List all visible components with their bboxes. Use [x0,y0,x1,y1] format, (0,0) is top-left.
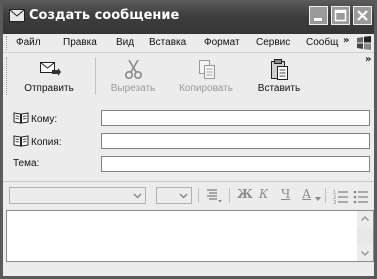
message-body[interactable] [6,210,374,262]
chevron-down-icon [179,193,188,199]
status-bar [3,262,374,276]
format-separator [229,188,230,203]
cut-label: Вырезать [110,83,156,94]
subject-field[interactable] [101,156,370,172]
scissors-icon [124,59,143,80]
to-label-button[interactable]: Кому: [13,112,57,125]
scroll-down-button[interactable] [357,245,373,261]
paste-label: Вставить [257,83,301,94]
font-size-select[interactable] [156,187,192,204]
menu-edit[interactable]: Правка [63,37,97,48]
menu-bar: Файл Правка Вид Вставка Формат Сервис Со… [3,34,374,53]
cc-field[interactable] [101,133,370,149]
bulleted-list-icon[interactable] [353,188,369,204]
toolbar-more-chevron[interactable]: » [365,54,371,65]
vertical-scrollbar[interactable] [357,211,373,261]
cc-label: Копия: [31,137,62,148]
paste-button[interactable]: Вставить [247,55,311,97]
formatting-toolbar: Ж К Ч А 1 2 3 [3,181,374,208]
menu-view[interactable]: Вид [116,37,134,48]
maximize-button[interactable] [331,6,350,25]
address-book-icon [13,112,29,124]
address-book-icon [13,135,29,147]
compose-window: Создать сообщение Файл Правка Вид Вставк… [0,0,377,279]
title-bar[interactable]: Создать сообщение [3,0,374,34]
cc-label-button[interactable]: Копия: [13,135,62,148]
menu-tools[interactable]: Сервис [256,37,290,48]
envelope-icon [9,9,25,22]
menu-format[interactable]: Формат [204,37,240,48]
close-button[interactable] [353,6,372,25]
windows-logo-icon [357,36,371,50]
menu-insert[interactable]: Вставка [149,37,186,48]
paste-icon [271,59,288,80]
close-icon [357,10,368,21]
minimize-icon [314,18,322,21]
chevron-up-icon [360,215,370,222]
format-separator [325,188,326,203]
to-field[interactable] [101,110,370,126]
svg-text:3: 3 [333,200,336,204]
menu-file[interactable]: Файл [16,37,41,48]
send-button[interactable]: Отправить [17,55,81,97]
menu-more-chevron[interactable]: » [343,35,349,46]
subject-label: Тема: [13,158,40,169]
bold-button[interactable]: Ж [237,187,253,201]
maximize-icon [334,9,347,22]
copy-icon [199,60,215,79]
paragraph-style-icon[interactable] [205,188,223,204]
toolbar-grip[interactable] [6,57,10,95]
to-label: Кому: [31,114,58,125]
send-label: Отправить [24,83,74,94]
format-separator [198,188,199,203]
scroll-up-button[interactable] [357,211,373,227]
chevron-down-icon [133,193,142,199]
underline-button[interactable]: Ч [281,187,290,201]
menu-message[interactable]: Сообщ [306,37,338,48]
menu-grip[interactable] [6,36,10,50]
chevron-down-icon [360,250,370,257]
send-icon [40,62,61,76]
main-toolbar: » Отправить Вырезать Копировать Вставить [3,53,374,99]
font-color-button[interactable]: А [302,187,311,201]
italic-button[interactable]: К [259,187,268,201]
numbered-list-icon[interactable]: 1 2 3 [333,188,349,204]
font-color-dropdown-icon[interactable] [315,197,321,202]
minimize-button[interactable] [309,6,328,25]
copy-button[interactable]: Копировать [174,55,238,97]
copy-label: Копировать [179,83,233,94]
toolbar-separator [95,57,96,95]
message-headers: Кому: Копия: Тема: [3,100,374,180]
window-title: Создать сообщение [29,8,180,23]
font-name-select[interactable] [9,187,146,204]
cut-button[interactable]: Вырезать [101,55,165,97]
